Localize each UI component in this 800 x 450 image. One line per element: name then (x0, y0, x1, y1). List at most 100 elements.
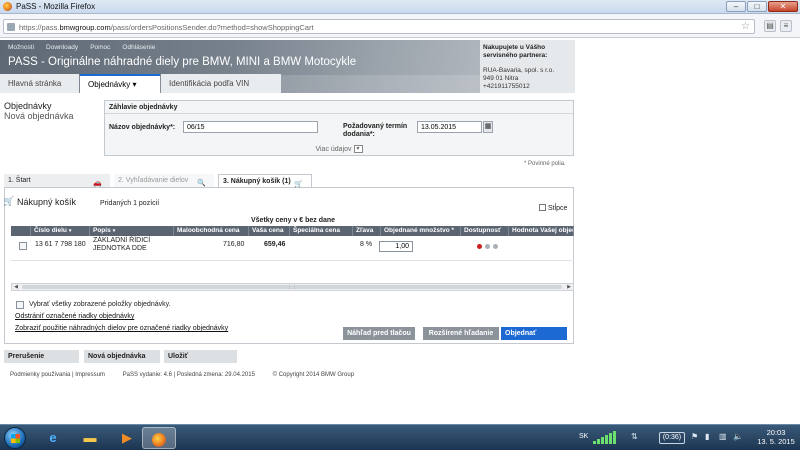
top-menu: Možnosti Downloady Pomoc Odhlásenie (8, 44, 155, 51)
tab-orders[interactable]: Objednávky ▾ (80, 74, 160, 93)
col-desc[interactable]: Popis ▾ (90, 226, 174, 236)
delivery-date-label-1: Požadovaný termín (343, 123, 408, 130)
url-bar[interactable]: https://pass.bmwgroup.com/pass/ordersPos… (3, 19, 755, 34)
interrupt-button[interactable]: Prerušenie (4, 350, 79, 363)
scroll-right-icon[interactable]: ▶ (565, 284, 573, 290)
maximize-button[interactable]: □ (747, 1, 767, 12)
cart-icon: 🛒 (3, 196, 15, 206)
col-special[interactable]: Špeciálna cena (290, 226, 353, 236)
page-heading: Objednávky Nová objednávka (4, 101, 74, 121)
window-titlebar: PaSS - Mozilla Firefox – □ ✕ (0, 0, 800, 14)
columns-label: Stĺpce (548, 205, 568, 212)
horizontal-scrollbar[interactable]: ◀ ⋮⋮ ▶ (11, 283, 574, 291)
new-order-button[interactable]: Nová objednávka (84, 350, 160, 363)
save-button[interactable]: Uložiť (164, 350, 237, 363)
bookmark-star-icon[interactable]: ☆ (741, 21, 750, 32)
page-subtitle: Nová objednávka (4, 111, 74, 121)
order-button[interactable]: Objednať (501, 327, 567, 340)
remove-rows-link[interactable]: Odstrániť označené riadky objednávky (15, 313, 134, 320)
clock[interactable]: 20:03 13. 5. 2015 (753, 428, 799, 446)
step-search[interactable]: 2. Vyhľadávanie dielov 🔍 (114, 174, 214, 187)
footer-copyright: © Copyright 2014 BMW Group (272, 372, 355, 378)
col-part-no-label: Číslo dielu (34, 227, 67, 234)
footer-version: PaSS vydanie: 4.6 | Posledná zmena: 29.0… (122, 372, 255, 378)
language-indicator[interactable]: SK (579, 433, 588, 440)
partner-title: Nakupujete u Vášho servisného partnera: (483, 44, 548, 59)
quantity-input[interactable] (379, 241, 413, 252)
flag-icon[interactable]: ⚑ (691, 432, 698, 441)
window-controls: – □ ✕ (726, 1, 798, 12)
prices-note: Všetky ceny v € bez dane (251, 217, 336, 224)
delivery-date-input[interactable] (417, 121, 482, 133)
availability-dot-1 (477, 244, 482, 249)
col-retail[interactable]: Maloobchodná cena (174, 226, 249, 236)
more-data-toggle[interactable]: Viac údajov ▾ (105, 145, 573, 153)
volume-icon[interactable]: 🔈 (733, 432, 743, 441)
row-checkbox[interactable] (19, 242, 27, 250)
browser-navbar: https://pass.bmwgroup.com/pass/ordersPos… (0, 14, 800, 38)
internet-explorer-icon[interactable]: e (36, 427, 70, 449)
sort-icon: ▾ (112, 228, 116, 234)
cart-title: Nákupný košík (17, 197, 77, 207)
availability-dot-2 (485, 244, 490, 249)
order-name-label: Názov objednávky*: (109, 124, 176, 131)
order-header-panel: Záhlavie objednávky Názov objednávky*: P… (104, 100, 574, 156)
sort-icon: ▾ (68, 228, 72, 234)
col-discount[interactable]: Zľava (353, 226, 381, 236)
col-availability[interactable]: Dostupnosť (461, 226, 509, 236)
tab-orders-label: Objednávky (88, 80, 131, 89)
table-header: Číslo dielu ▾ Popis ▾ Maloobchodná cena Va… (11, 226, 574, 236)
col-order-value[interactable]: Hodnota Vašej objednávky (509, 226, 574, 236)
close-button[interactable]: ✕ (768, 1, 798, 12)
tab-vin[interactable]: Identifikácia podľa VIN (161, 74, 281, 93)
tab-home[interactable]: Hlavná stránka (0, 74, 79, 93)
app-title: PASS - Originálne náhradné diely pre BMW… (8, 56, 357, 68)
cell-part-no: 13 61 7 798 180 (35, 241, 86, 248)
cell-your-price: 659,46 (264, 241, 286, 248)
col-your-price[interactable]: Vaša cena (249, 226, 290, 236)
menu-help[interactable]: Pomoc (90, 44, 110, 51)
cell-desc: ZÁKLADNÍ ŘÍDICÍ JEDNOTKA DDE (93, 237, 150, 253)
start-button[interactable] (4, 427, 26, 449)
advanced-search-button[interactable]: Rozšírené hľadanie (423, 327, 499, 340)
select-all-checkbox[interactable] (16, 301, 24, 309)
network-status-icon[interactable]: ▥ (719, 432, 727, 441)
chevron-down-icon[interactable]: ▾ (353, 145, 363, 153)
minimize-button[interactable]: – (726, 1, 746, 12)
footer-terms[interactable]: Podmienky používania | Impressum (10, 372, 105, 378)
downloads-icon[interactable]: ▤ (764, 20, 776, 32)
required-note: * Povinné polia. (524, 161, 566, 167)
scroll-left-icon[interactable]: ◀ (12, 284, 20, 290)
step-start[interactable]: 1. Štart 🚗 (4, 174, 110, 187)
firefox-taskbar-icon[interactable] (142, 427, 176, 449)
delivery-date-label: Požadovaný termín dodania*: (343, 123, 407, 139)
battery-timer[interactable]: (0:36) (659, 432, 685, 444)
show-usage-link[interactable]: Zobraziť použitie náhradných dielov pre … (15, 325, 228, 332)
calendar-icon[interactable]: ▦ (483, 121, 493, 133)
divider (105, 113, 573, 114)
url-domain: bmwgroup.com (59, 23, 111, 32)
firefox-icon (3, 2, 12, 11)
media-player-icon[interactable]: ▶ (110, 427, 144, 449)
page-title: Objednávky (4, 101, 52, 111)
folder-icon[interactable]: ▬ (73, 427, 107, 449)
network-icon[interactable]: ⇅ (631, 432, 638, 441)
col-qty[interactable]: Objednané množstvo * (381, 226, 461, 236)
cell-desc-line-1: ZÁKLADNÍ ŘÍDICÍ (93, 237, 151, 244)
menu-logout[interactable]: Odhlásenie (122, 44, 155, 51)
step-cart[interactable]: 3. Nákupný košík (1) 🛒 (218, 174, 312, 188)
columns-button[interactable]: Stĺpce (539, 204, 567, 212)
menu-icon[interactable]: ≡ (780, 20, 792, 32)
order-name-input[interactable] (183, 121, 318, 133)
power-icon[interactable]: ▮ (705, 432, 709, 441)
select-all-label: Vybrať všetky zobrazené položky objednáv… (29, 301, 171, 308)
menu-downloads[interactable]: Downloady (46, 44, 78, 51)
menu-options[interactable]: Možnosti (8, 44, 34, 51)
signal-icon[interactable] (593, 431, 623, 444)
availability-indicator (477, 244, 498, 249)
print-preview-button[interactable]: Náhľad pred tlačou (343, 327, 415, 340)
url-path: /pass/ordersPositionsSender.do?method=sh… (110, 23, 314, 32)
cell-discount: 8 % (360, 241, 373, 248)
wizard-steps: 1. Štart 🚗 2. Vyhľadávanie dielov 🔍 3. Nák… (4, 174, 574, 188)
col-part-no[interactable]: Číslo dielu ▾ (31, 226, 90, 236)
